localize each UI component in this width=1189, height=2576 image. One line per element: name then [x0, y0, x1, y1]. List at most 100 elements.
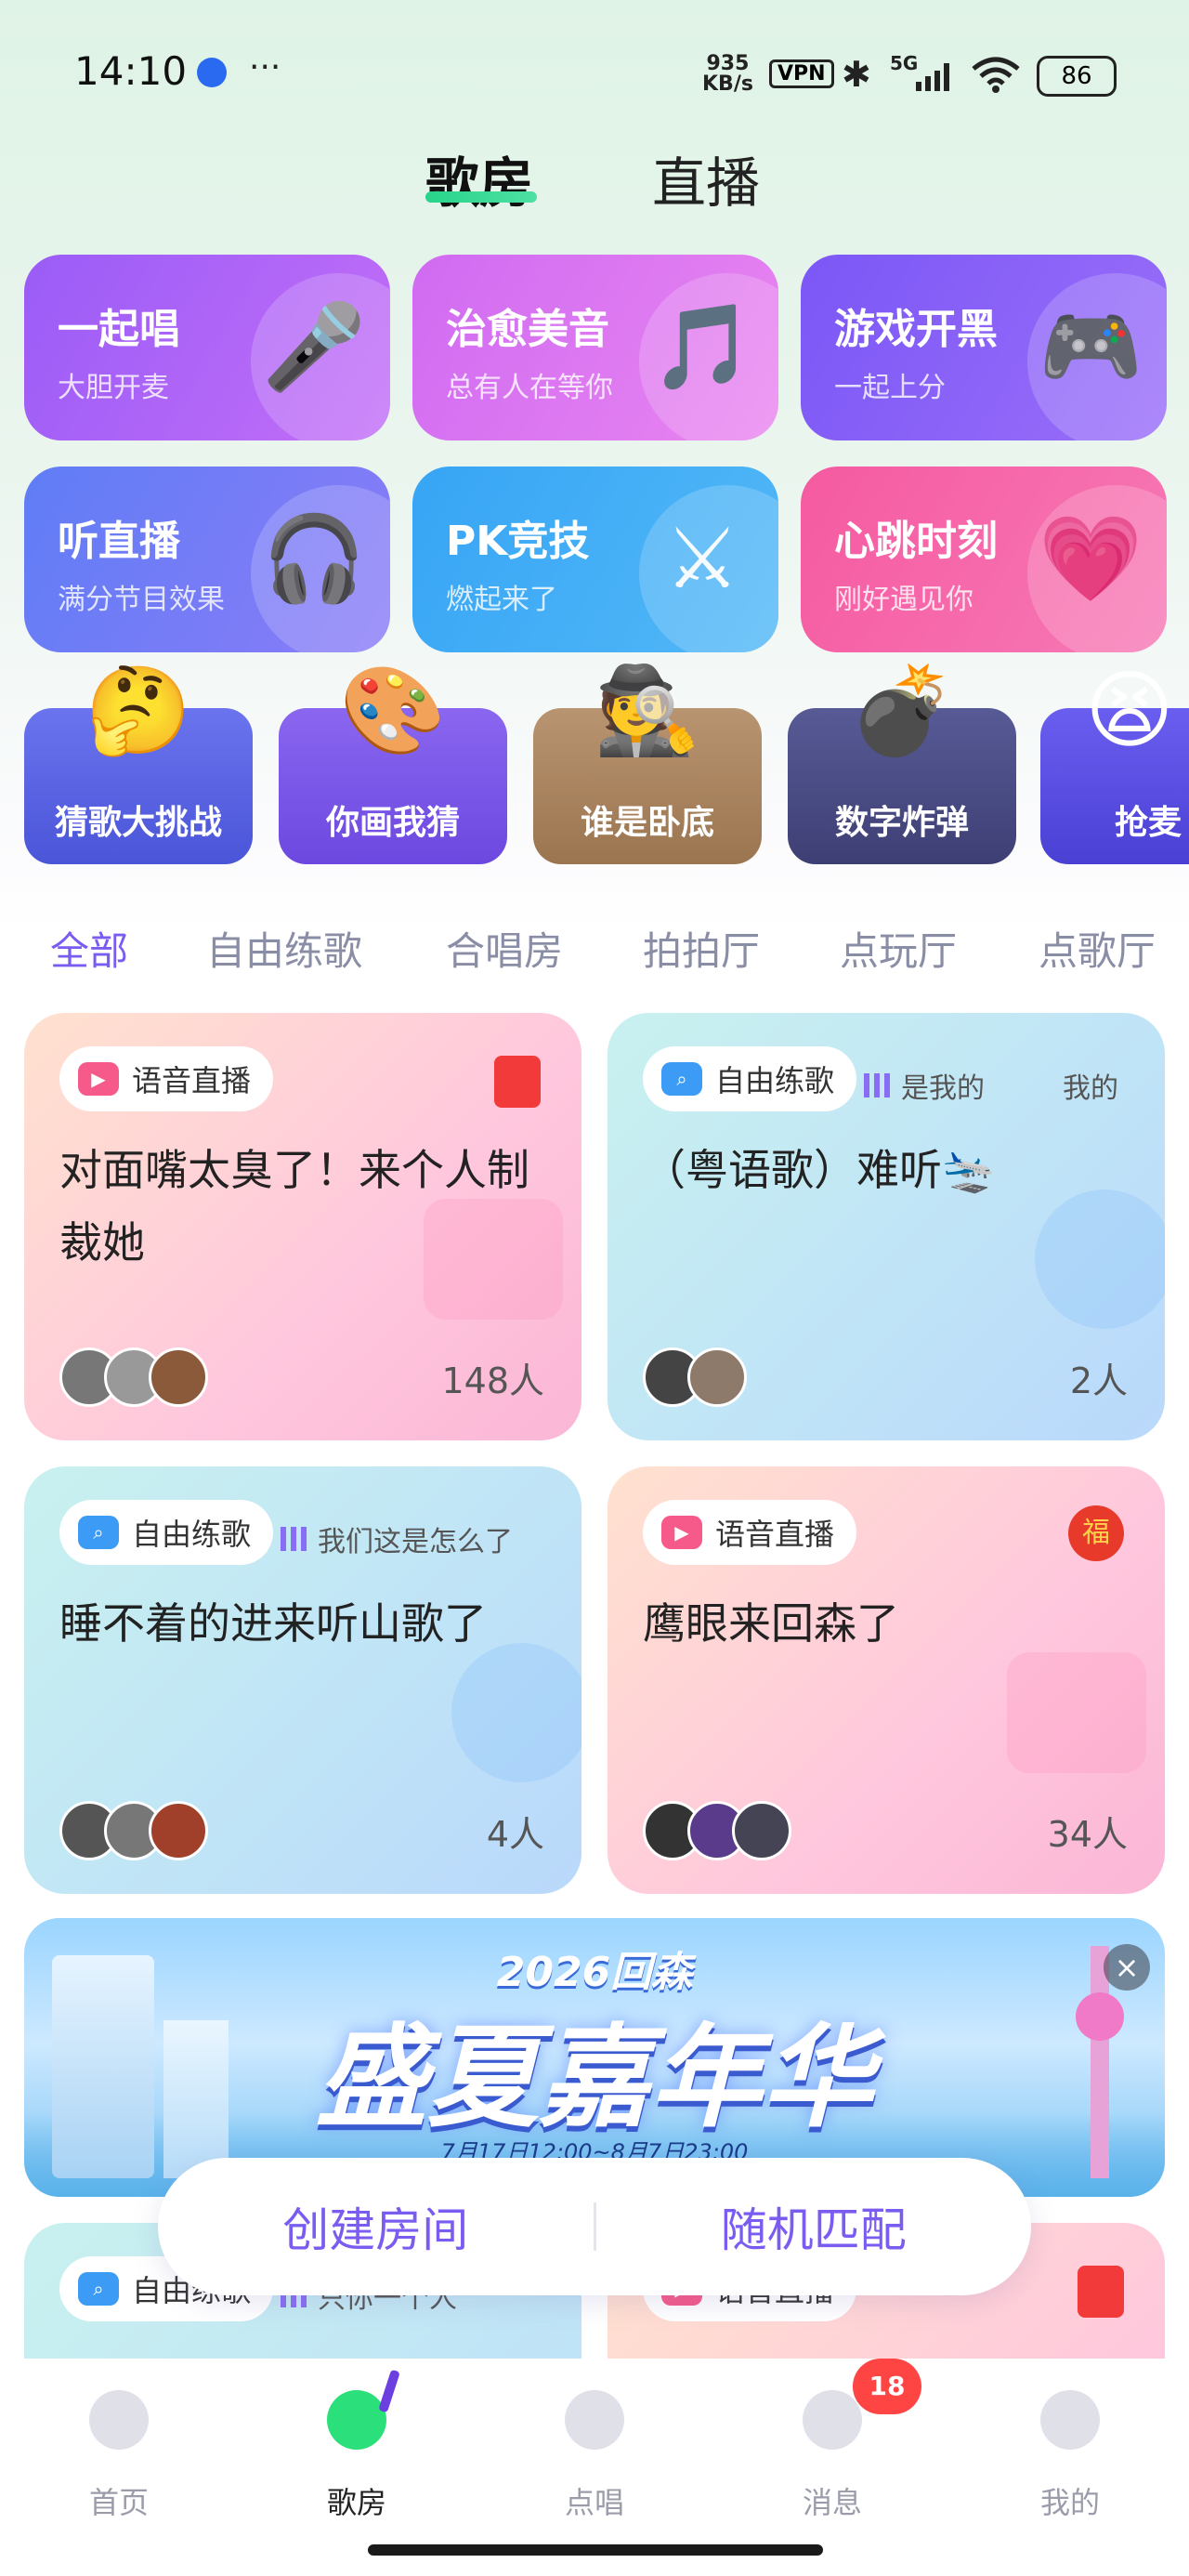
listener-count: 4人	[486, 1814, 544, 1855]
filter-tab-all[interactable]: 全部	[50, 920, 128, 977]
listener-count: 148人	[441, 1360, 544, 1401]
music-room-icon	[327, 2369, 400, 2450]
avatar	[687, 1347, 747, 1407]
tv-icon: ▶	[661, 1516, 702, 1549]
avatar	[149, 1801, 208, 1860]
room-tag: ⌕ 自由练歌	[59, 1500, 274, 1565]
room-tag: ▶ 语音直播	[59, 1046, 274, 1111]
category-listen-live[interactable]: 听直播 满分节目效果 🎧	[24, 467, 390, 652]
vpn-icon: VPN	[769, 59, 834, 88]
filter-tab-paipai[interactable]: 拍拍厅	[643, 920, 760, 977]
listener-count: 2人	[1069, 1360, 1128, 1401]
room-card[interactable]: ▶ 语音直播 对面嘴太臭了！来个人制裁她 148人	[24, 1013, 581, 1440]
game-grab-mic[interactable]: 😫 抢麦	[1040, 661, 1189, 864]
category-gaming[interactable]: 游戏开黑 一起上分 🎮	[801, 255, 1167, 440]
shouting-emoji-icon: 😫	[1085, 661, 1174, 760]
category-pk[interactable]: PK竞技 燃起来了 ⚔	[412, 467, 778, 652]
nav-messages[interactable]: 18 消息	[713, 2359, 951, 2520]
room-card[interactable]: ⌕ 自由练歌 是我的 我的 （粤语歌）难听🛬 2人	[608, 1013, 1165, 1440]
filter-tab-song-hall[interactable]: 点歌厅	[1039, 920, 1156, 977]
room-action-bar: 创建房间 随机匹配	[158, 2158, 1031, 2295]
close-icon[interactable]: ×	[1104, 1944, 1150, 1991]
tv-watermark-icon	[1007, 1652, 1146, 1773]
game-guess-song[interactable]: 🤔 猜歌大挑战	[24, 661, 253, 864]
wifi-icon	[970, 56, 1022, 93]
filter-tab-free-practice[interactable]: 自由练歌	[206, 920, 362, 977]
music-note-icon: 🎵	[649, 298, 755, 396]
detective-hat-icon: 🕵	[594, 661, 701, 760]
audio-bars-icon	[864, 1073, 892, 1097]
thinking-emoji-icon: 🤔	[85, 661, 192, 760]
room-title: 睡不着的进来听山歌了	[59, 1598, 487, 1649]
red-envelope-icon	[1078, 2266, 1124, 2318]
app-notification-icon	[197, 58, 227, 87]
crossed-swords-icon: ⚔	[664, 510, 740, 608]
home-tree-icon	[89, 2390, 149, 2450]
random-match-button[interactable]: 随机匹配	[596, 2193, 1032, 2260]
room-tag: ⌕ 自由练歌	[643, 1046, 857, 1111]
tv-icon: ▶	[78, 1062, 119, 1096]
category-sing-together[interactable]: 一起唱 大胆开麦 🎤	[24, 255, 390, 440]
create-room-button[interactable]: 创建房间	[158, 2193, 594, 2260]
bluetooth-icon: ✱	[842, 54, 871, 95]
unread-badge: 18	[853, 2359, 921, 2414]
tab-song-room[interactable]: 歌房	[425, 139, 533, 217]
sing-bubble-icon	[565, 2390, 624, 2450]
microphone-icon: 🎤	[261, 298, 367, 396]
now-playing: 是我的 我的	[864, 1065, 1118, 1106]
nav-song-room[interactable]: 歌房	[238, 2359, 476, 2520]
game-draw-guess[interactable]: 🎨 你画我猜	[279, 661, 507, 864]
tv-watermark-icon	[424, 1199, 563, 1320]
avatar	[149, 1347, 208, 1407]
status-time: 14:10	[74, 48, 188, 94]
more-notifications-icon: ···	[249, 48, 281, 86]
room-card[interactable]: ▶ 语音直播 福 鹰眼来回森了 34人	[608, 1466, 1165, 1894]
game-undercover[interactable]: 🕵 谁是卧底	[533, 661, 762, 864]
headphones-icon: 🎧	[261, 510, 367, 608]
network-speed: 935 KB/s	[702, 52, 753, 96]
game-number-bomb[interactable]: 💣 数字炸弹	[788, 661, 1016, 864]
audio-bars-icon	[281, 1527, 308, 1551]
room-tag: ▶ 语音直播	[643, 1500, 857, 1565]
category-healing-voice[interactable]: 治愈美音 总有人在等你 🎵	[412, 255, 778, 440]
listener-avatars	[59, 1801, 208, 1860]
filter-tab-play-hall[interactable]: 点玩厅	[840, 920, 957, 977]
avatar	[732, 1801, 791, 1860]
search-icon: ⌕	[78, 2272, 119, 2306]
heart-icon: 💗	[1038, 510, 1143, 608]
battery-icon: 86	[1037, 56, 1117, 97]
search-icon: ⌕	[78, 1516, 119, 1549]
status-bar: 14:10 ··· 935 KB/s VPN ✱ 5G 86	[0, 0, 1189, 139]
nav-sing[interactable]: 点唱	[476, 2359, 713, 2520]
listener-avatars	[643, 1347, 747, 1407]
search-icon: ⌕	[661, 1062, 702, 1096]
room-card[interactable]: ⌕ 自由练歌 我们这是怎么了 睡不着的进来听山歌了 4人	[24, 1466, 581, 1894]
listener-count: 34人	[1047, 1814, 1128, 1855]
category-heartbeat[interactable]: 心跳时刻 刚好遇见你 💗	[801, 467, 1167, 652]
listener-avatars	[59, 1347, 208, 1407]
home-indicator[interactable]	[368, 2544, 823, 2556]
active-tab-indicator	[425, 191, 537, 203]
room-title: 鹰眼来回森了	[643, 1598, 899, 1649]
listener-avatars	[643, 1801, 791, 1860]
mic-watermark-icon	[1035, 1189, 1165, 1329]
message-bubble-icon	[803, 2390, 862, 2450]
filter-tab-chorus[interactable]: 合唱房	[446, 920, 563, 977]
gamepad-icon: 🎮	[1038, 298, 1143, 396]
banner-title: 盛夏嘉年华	[316, 2014, 873, 2143]
signal-icon	[916, 61, 957, 91]
network-type: 5G	[890, 52, 919, 74]
lucky-bag-icon: 福	[1068, 1505, 1124, 1561]
mic-watermark-icon	[451, 1643, 581, 1782]
bottom-nav: 首页 歌房 点唱 18 消息 我的	[0, 2359, 1189, 2520]
nav-home[interactable]: 首页	[0, 2359, 238, 2520]
nav-profile[interactable]: 我的	[951, 2359, 1189, 2520]
bomb-icon: 💣	[848, 661, 956, 760]
promo-banner[interactable]: 2026回森 盛夏嘉年华 7月17日12:00~8月7日23:00 ×	[24, 1918, 1165, 2197]
profile-face-icon	[1040, 2390, 1100, 2450]
now-playing: 我们这是怎么了	[281, 1518, 513, 1559]
palette-icon: 🎨	[339, 661, 447, 760]
tab-live[interactable]: 直播	[652, 139, 760, 217]
room-title: （粤语歌）难听🛬	[643, 1145, 996, 1195]
red-envelope-icon	[494, 1056, 541, 1108]
